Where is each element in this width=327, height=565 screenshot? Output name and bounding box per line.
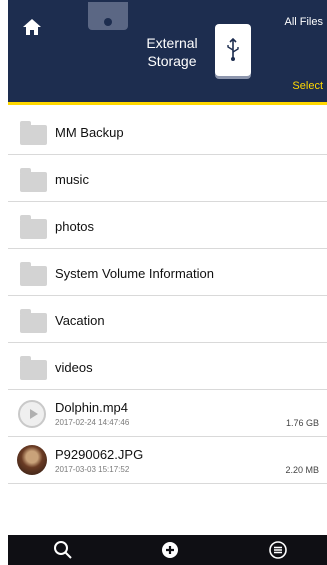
list-item[interactable]: Dolphin.mp4 2017-02-24 14:47:46 1.76 GB: [8, 390, 327, 437]
list-item[interactable]: Vacation: [8, 296, 327, 343]
item-name: photos: [55, 219, 95, 234]
item-size: 1.76 GB: [285, 418, 319, 428]
all-files-button[interactable]: All Files: [284, 16, 323, 28]
usb-icon: [227, 38, 239, 61]
folder-icon: [20, 309, 47, 333]
item-name: P9290062.JPG: [55, 447, 144, 462]
item-size: 2.20 MB: [285, 465, 319, 475]
file-list: MM Backup music photos System Volume Inf…: [8, 108, 327, 484]
add-icon[interactable]: [159, 539, 181, 561]
folder-icon: [20, 215, 47, 239]
item-name: System Volume Information: [55, 266, 214, 281]
item-name: Dolphin.mp4: [55, 400, 128, 415]
bottom-toolbar: [8, 535, 327, 565]
item-name: MM Backup: [55, 125, 124, 140]
folder-icon: [20, 356, 47, 380]
video-play-icon: [18, 400, 46, 428]
list-item[interactable]: music: [8, 155, 327, 202]
folder-icon: [20, 262, 47, 286]
usb-storage-icon: [215, 24, 251, 76]
item-name: videos: [55, 360, 93, 375]
item-date: 2017-03-03 15:17:52: [55, 465, 130, 474]
home-icon[interactable]: [22, 18, 42, 36]
search-icon[interactable]: [52, 539, 74, 561]
list-item[interactable]: photos: [8, 202, 327, 249]
item-name: music: [55, 172, 89, 187]
menu-icon[interactable]: [267, 539, 289, 561]
list-item[interactable]: System Volume Information: [8, 249, 327, 296]
title-line-2: Storage: [147, 53, 197, 69]
item-date: 2017-02-24 14:47:46: [55, 418, 130, 427]
select-button[interactable]: Select: [292, 80, 323, 92]
list-item[interactable]: videos: [8, 343, 327, 390]
header-bar: External Storage All Files Select: [8, 0, 327, 105]
folder-icon: [20, 168, 47, 192]
list-item[interactable]: MM Backup: [8, 108, 327, 155]
device-icon: [88, 2, 128, 30]
folder-icon: [20, 121, 47, 145]
title-line-1: External: [146, 35, 198, 51]
list-item[interactable]: P9290062.JPG 2017-03-03 15:17:52 2.20 MB: [8, 437, 327, 484]
item-name: Vacation: [55, 313, 105, 328]
page-title: External Storage: [132, 34, 212, 70]
image-thumbnail: [17, 445, 47, 475]
